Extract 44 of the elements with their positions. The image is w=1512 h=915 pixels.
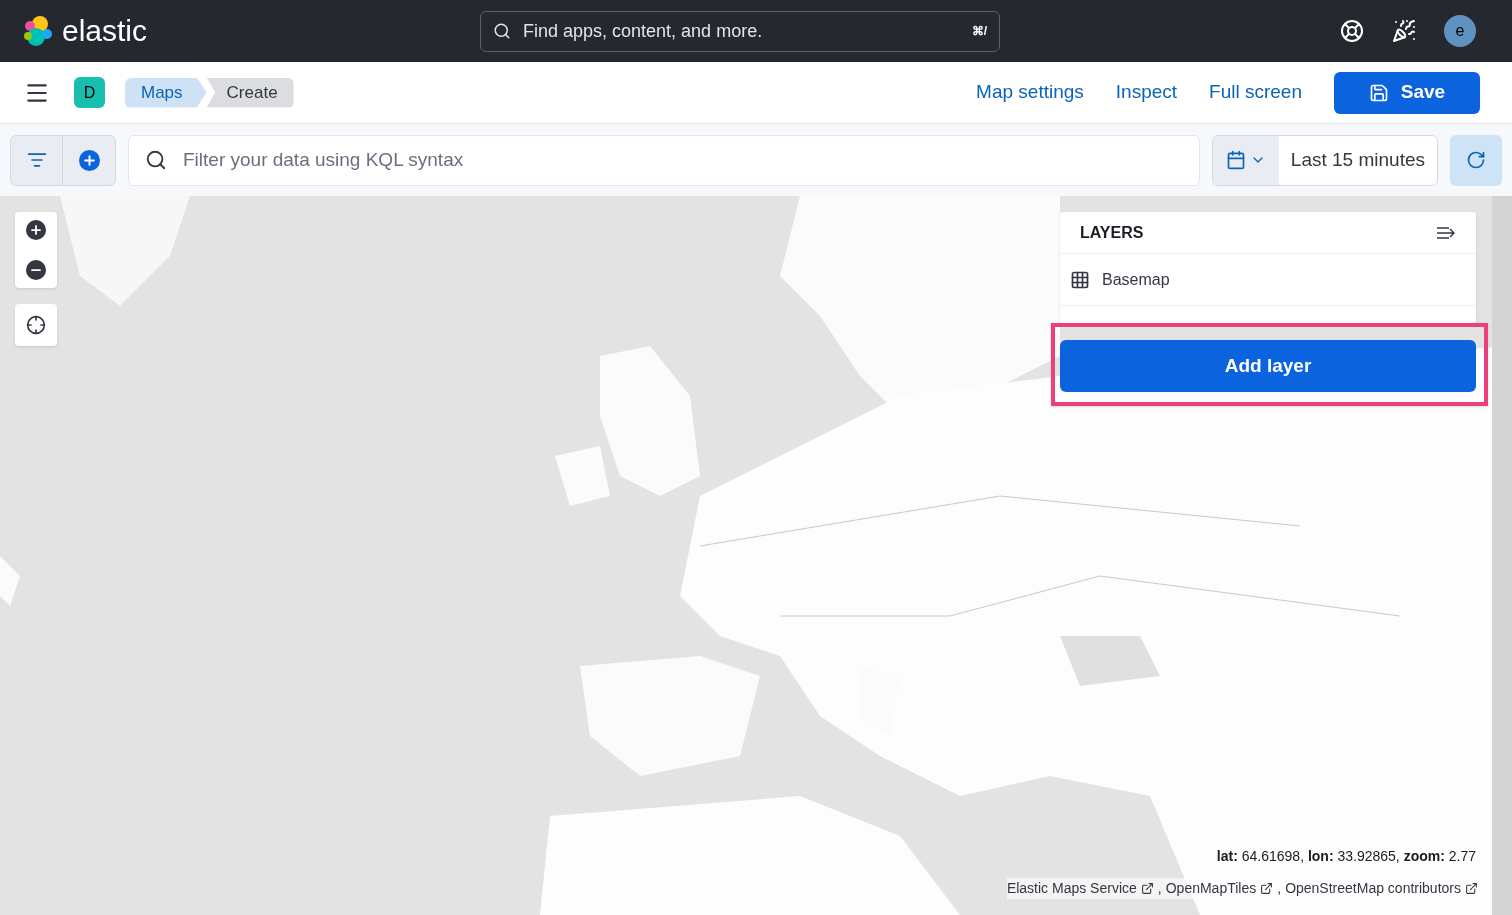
separator: ,	[1157, 879, 1162, 898]
shortcut-hint: ⌘/	[971, 23, 987, 39]
header-link[interactable]: Inspect	[1115, 78, 1178, 107]
query-field[interactable]: Filter your data using KQL syntax	[128, 134, 1200, 186]
breadcrumb[interactable]: Create	[206, 77, 294, 108]
separator: ,	[1277, 879, 1282, 898]
date-picker[interactable]: Last 15 minutes	[1211, 134, 1438, 186]
external-link-icon	[1140, 882, 1154, 895]
save-button[interactable]: Save	[1334, 71, 1480, 114]
header-link[interactable]: Full screen	[1209, 78, 1302, 107]
panel-title: LAYERS	[1080, 222, 1144, 243]
query-input[interactable]: Filter your data using KQL syntax	[183, 145, 1183, 175]
coordinates: lat: 64.61698, lon: 33.92865, zoom: 2.77	[1216, 847, 1476, 866]
party-popper-icon[interactable]	[1392, 19, 1416, 43]
time-range: Last 15 minutes	[1289, 147, 1426, 172]
refresh-icon	[1466, 150, 1486, 170]
filter-icon	[26, 150, 47, 170]
layer-name: Basemap	[1102, 269, 1170, 290]
crosshair-icon[interactable]	[26, 315, 46, 335]
grid-icon	[1070, 269, 1090, 290]
help-icon[interactable]	[1340, 19, 1364, 43]
collapse-icon[interactable]	[1436, 225, 1456, 240]
calendar-icon	[1225, 150, 1246, 170]
plus-icon	[29, 223, 43, 237]
external-link-icon	[1465, 882, 1478, 895]
refresh-button[interactable]	[1450, 134, 1502, 186]
layer-item[interactable]: Basemap	[1060, 254, 1476, 306]
external-link-icon	[1260, 882, 1274, 895]
add-layer-button[interactable]: Add layer	[1060, 340, 1476, 392]
zoom-in-button[interactable]	[26, 220, 46, 240]
user-avatar[interactable]: e	[1444, 15, 1476, 47]
attribution-link[interactable]: OpenMapTiles	[1165, 878, 1257, 899]
header-link[interactable]: Map settings	[976, 78, 1084, 107]
breadcrumb[interactable]: Maps	[125, 77, 207, 108]
zoom-out-button[interactable]	[26, 260, 46, 280]
search-icon	[145, 149, 167, 171]
search-icon	[493, 22, 511, 40]
brand-name: elastic	[62, 16, 148, 46]
attribution-link[interactable]: Elastic Maps Service	[1006, 878, 1137, 899]
global-search-field[interactable]: Find apps, content, and more. ⌘/	[480, 10, 1000, 52]
plus-icon	[81, 152, 97, 168]
attribution-link[interactable]: OpenStreetMap contributors	[1285, 878, 1461, 899]
space-avatar[interactable]: D	[74, 77, 105, 108]
search-input[interactable]: Find apps, content, and more.	[523, 17, 960, 45]
